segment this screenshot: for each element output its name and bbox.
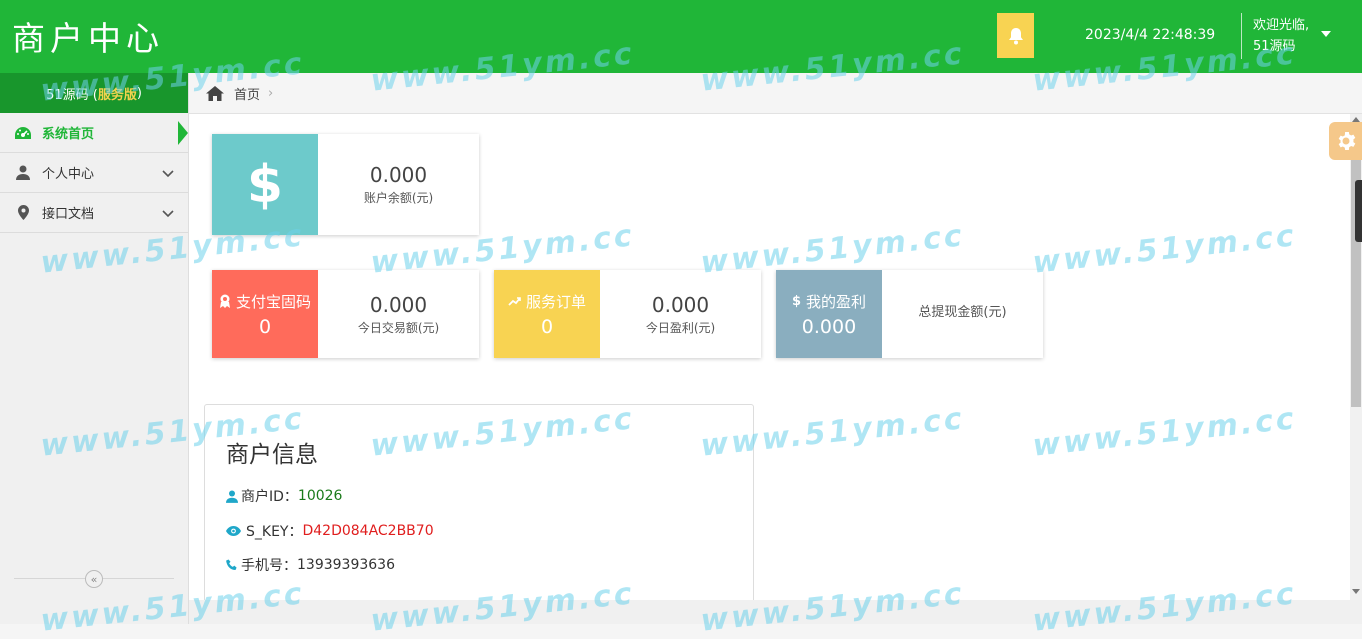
merchant-skey-value: D42D084AC2BB70 xyxy=(302,523,434,539)
app-title: 商户中心 xyxy=(12,19,164,58)
sidebar-brand: 51源码 ( 服务版 ) xyxy=(0,73,188,113)
orders-label: 今日盈利(元) xyxy=(645,320,716,335)
chevron-right-icon: › xyxy=(268,85,274,101)
alipay-card: 支付宝固码 0 0.000 今日交易额(元) xyxy=(212,270,479,358)
collapse-sidebar-button[interactable]: « xyxy=(85,570,103,588)
merchant-info-panel: 商户信息 商户ID： 10026 S_KEY： D42D084AC2BB70 手… xyxy=(204,404,754,604)
sidebar-item-api-docs[interactable]: 接口文档 xyxy=(0,193,188,233)
username: 51源码 xyxy=(1253,39,1296,54)
chevron-down-icon xyxy=(162,167,174,182)
balance-card: $ 0.000 账户余额(元) xyxy=(212,134,479,235)
caret-down-icon[interactable] xyxy=(1321,31,1331,37)
profit-card-panel: $ 我的盈利 0.000 xyxy=(776,270,882,358)
alipay-card-title: 支付宝固码 xyxy=(219,291,311,312)
notification-bell-button[interactable] xyxy=(997,13,1034,58)
breadcrumb-home[interactable]: 首页 xyxy=(234,84,260,103)
orders-card-title: 服务订单 xyxy=(508,291,586,312)
dollar-small-icon: $ xyxy=(791,293,802,309)
dashboard-icon xyxy=(14,126,32,140)
user-icon xyxy=(14,165,32,180)
profit-title-text: 我的盈利 xyxy=(806,292,867,311)
breadcrumb: 首页 › xyxy=(189,73,1362,114)
sidebar-item-label: 系统首页 xyxy=(42,127,95,142)
eye-icon xyxy=(226,526,241,536)
sidebar: 51源码 ( 服务版 ) 系统首页 个人中心 接口文档 « xyxy=(0,73,189,624)
phone-icon xyxy=(226,559,238,571)
user-icon xyxy=(226,490,238,503)
merchant-id-row: 商户ID： 10026 xyxy=(226,486,342,506)
merchant-phone-label: 手机号： xyxy=(241,558,297,574)
balance-value: 0.000 xyxy=(369,163,428,187)
alipay-card-panel: 支付宝固码 0 xyxy=(212,270,318,358)
orders-card-panel: 服务订单 0 xyxy=(494,270,600,358)
merchant-phone-value: 13939393636 xyxy=(297,557,395,573)
merchant-phone-row: 手机号： 13939393636 xyxy=(226,555,395,575)
sidebar-item-home[interactable]: 系统首页 xyxy=(0,113,188,153)
user-menu-toggle[interactable]: 欢迎光临, 51源码 xyxy=(1253,15,1309,57)
orders-count: 0 xyxy=(540,315,554,338)
brand-prefix: 51源码 ( xyxy=(46,87,98,103)
profit-label: 总提现金额(元) xyxy=(918,304,1007,320)
double-chevron-left-icon: « xyxy=(90,572,98,586)
alipay-value: 0.000 xyxy=(369,292,428,317)
side-tab[interactable] xyxy=(1355,180,1362,242)
orders-card: 服务订单 0 0.000 今日盈利(元) xyxy=(494,270,761,358)
chevron-down-icon xyxy=(162,207,174,222)
current-datetime: 2023/4/4 22:48:39 xyxy=(1085,27,1216,43)
home-icon[interactable] xyxy=(206,85,224,101)
balance-card-body: 0.000 账户余额(元) xyxy=(318,134,479,235)
orders-title-text: 服务订单 xyxy=(525,292,586,311)
alipay-card-body: 0.000 今日交易额(元) xyxy=(318,270,479,358)
sidebar-item-profile[interactable]: 个人中心 xyxy=(0,153,188,193)
alipay-label: 今日交易额(元) xyxy=(357,320,440,335)
profit-card-title: $ 我的盈利 xyxy=(792,291,866,312)
header-divider xyxy=(1241,13,1242,59)
brand-suffix: ) xyxy=(136,85,142,101)
bell-icon xyxy=(1008,27,1023,44)
alipay-count: 0 xyxy=(258,315,272,338)
orders-card-body: 0.000 今日盈利(元) xyxy=(600,270,761,358)
dollar-icon: $ xyxy=(246,154,284,215)
sidebar-item-label: 接口文档 xyxy=(42,207,95,222)
profit-card: $ 我的盈利 0.000 总提现金额(元) xyxy=(776,270,1043,358)
alipay-title-text: 支付宝固码 xyxy=(235,292,311,311)
balance-card-icon-panel: $ xyxy=(212,134,318,235)
sidebar-item-label: 个人中心 xyxy=(42,167,95,182)
settings-button[interactable] xyxy=(1329,122,1362,160)
profit-amount: 0.000 xyxy=(801,315,857,338)
footer-strip xyxy=(189,600,1362,624)
merchant-skey-label: S_KEY： xyxy=(246,524,303,540)
merchant-id-label: 商户ID： xyxy=(241,489,298,505)
welcome-text: 欢迎光临, xyxy=(1253,18,1310,33)
merchant-skey-row: S_KEY： D42D084AC2BB70 xyxy=(226,521,434,541)
gear-icon xyxy=(1338,132,1355,150)
profit-card-body: 总提现金额(元) xyxy=(882,270,1043,358)
merchant-info-title: 商户信息 xyxy=(226,442,318,468)
map-marker-icon xyxy=(14,205,32,220)
main-content: $ 0.000 账户余额(元) 支付宝固码 0 0.000 今日交易额(元) 服… xyxy=(189,114,1350,604)
orders-value: 0.000 xyxy=(651,292,710,317)
award-icon xyxy=(219,294,230,308)
brand-edition: 服务版 xyxy=(97,87,137,103)
top-header: 商户中心 2023/4/4 22:48:39 欢迎光临, 51源码 xyxy=(0,0,1362,73)
trend-up-icon xyxy=(508,297,521,306)
merchant-id-value: 10026 xyxy=(297,488,343,504)
balance-label: 账户余额(元) xyxy=(363,191,434,205)
scroll-down-arrow-icon[interactable] xyxy=(1352,589,1360,594)
